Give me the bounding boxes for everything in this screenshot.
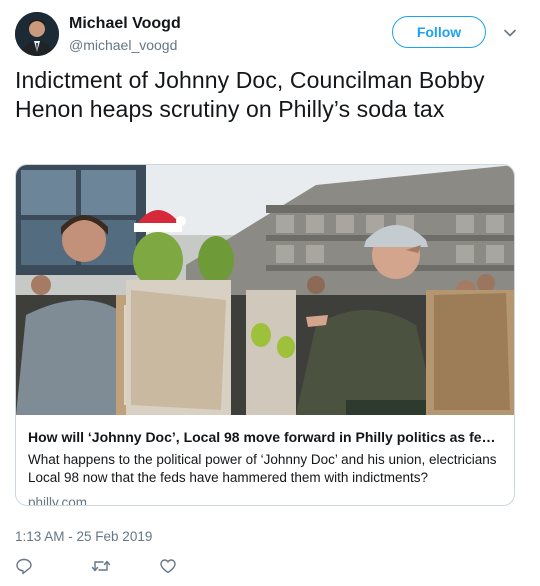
tweet-header: Michael Voogd @michael_voogd Follow <box>15 12 525 60</box>
heart-icon[interactable] <box>159 557 177 575</box>
card-description: What happens to the political power of ‘… <box>28 452 497 485</box>
retweet-icon[interactable] <box>91 557 111 575</box>
follow-button[interactable]: Follow <box>392 16 486 48</box>
card-body: How will ‘Johnny Doc’, Local 98 move for… <box>28 428 504 506</box>
link-card[interactable]: How will ‘Johnny Doc’, Local 98 move for… <box>15 164 515 506</box>
card-title[interactable]: How will ‘Johnny Doc’, Local 98 move for… <box>28 428 504 446</box>
avatar[interactable] <box>15 12 59 56</box>
tweet-actions <box>15 557 215 577</box>
author-name[interactable]: Michael Voogd <box>69 15 181 33</box>
card-image <box>16 165 514 415</box>
card-domain: philly.com <box>28 495 88 506</box>
chevron-down-icon[interactable] <box>503 26 517 40</box>
author-handle[interactable]: @michael_voogd <box>69 37 177 53</box>
tweet-text: Indictment of Johnny Doc, Councilman Bob… <box>15 67 485 122</box>
tweet-timestamp[interactable]: 1:13 AM - 25 Feb 2019 <box>15 529 152 544</box>
reply-icon[interactable] <box>15 557 33 575</box>
